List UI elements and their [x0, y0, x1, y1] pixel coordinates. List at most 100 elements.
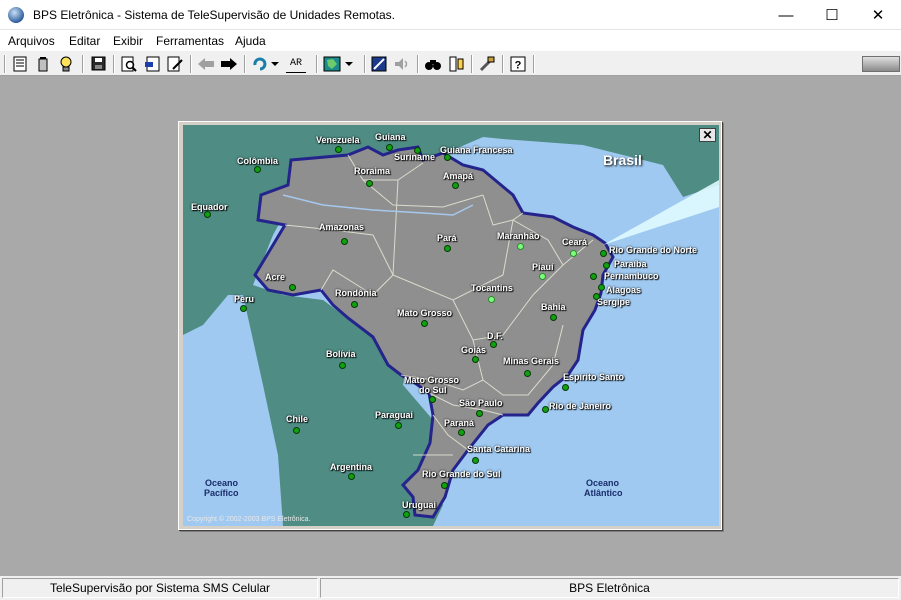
menu-ajuda[interactable]: Ajuda: [235, 34, 266, 48]
close-button[interactable]: ✕: [855, 0, 901, 30]
station-dot-guiana[interactable]: [386, 144, 393, 151]
station-dot-uruguai[interactable]: [403, 511, 410, 518]
menu-editar[interactable]: Editar: [69, 34, 100, 48]
minimize-button[interactable]: —: [763, 0, 809, 30]
binoculars-icon[interactable]: [424, 55, 442, 72]
svg-text:?: ?: [515, 59, 522, 71]
station-dot-bolivia[interactable]: [339, 362, 346, 369]
station-dot-rio-grande-do-sul[interactable]: [441, 482, 448, 489]
speaker-icon[interactable]: [393, 55, 411, 72]
ar-icon[interactable]: AR: [286, 55, 306, 73]
label-parana: Paraná: [444, 418, 475, 428]
save-icon[interactable]: [89, 55, 107, 72]
tools-icon[interactable]: [478, 55, 496, 72]
station-dot-peru[interactable]: [240, 305, 247, 312]
bulb-icon[interactable]: [57, 55, 75, 72]
menu-ferramentas[interactable]: Ferramentas: [156, 34, 224, 48]
station-dot-bahia[interactable]: [550, 314, 557, 321]
station-dot-parana[interactable]: [458, 429, 465, 436]
station-dot-piaui[interactable]: [539, 273, 546, 280]
menu-exibir[interactable]: Exibir: [113, 34, 143, 48]
station-dot-santa-catarina[interactable]: [472, 457, 479, 464]
back-arrow-icon[interactable]: [197, 55, 215, 72]
map-select-icon[interactable]: [323, 55, 341, 72]
station-dot-mato-grosso[interactable]: [421, 320, 428, 327]
station-dot-minas-gerais[interactable]: [524, 370, 531, 377]
help-icon[interactable]: ?: [509, 55, 527, 72]
menu-arquivos[interactable]: Arquivos: [8, 34, 55, 48]
app-globe-icon: [8, 7, 24, 23]
label-amazonas: Amazonas: [319, 222, 365, 232]
map-close-button[interactable]: ✕: [699, 128, 716, 142]
label-colombia: Colômbia: [237, 156, 279, 166]
label-para: Pará: [437, 233, 457, 243]
meter-icon[interactable]: [447, 55, 465, 72]
label-suriname: Suriname: [394, 152, 436, 162]
label-goias: Goiás: [461, 345, 487, 355]
station-dot-df[interactable]: [490, 341, 497, 348]
label-rio-grande-do-sul: Rio Grande do Sul: [422, 469, 501, 479]
label-sao-paulo: São Paulo: [459, 398, 503, 408]
forward-arrow-icon[interactable]: [220, 55, 238, 72]
label-rondonia: Rondônia: [335, 288, 377, 298]
station-dot-acre[interactable]: [289, 284, 296, 291]
map-copyright: Copyright © 2002-2003 BPS Eletrônica.: [187, 516, 311, 523]
station-dot-paraiba[interactable]: [603, 262, 610, 269]
label-minas-gerais: Minas Gerais: [503, 356, 560, 366]
label-venezuela: Venezuela: [316, 135, 360, 145]
label-espirito-santo: Espírito Santo: [563, 372, 625, 382]
station-dot-espirito-santo[interactable]: [562, 384, 569, 391]
map-dropdown-icon[interactable]: [344, 55, 354, 72]
toolbar-separator: [316, 55, 318, 73]
label-chile: Chile: [286, 414, 309, 424]
station-dot-colombia[interactable]: [254, 166, 261, 173]
toolbar-separator: [502, 55, 504, 73]
station-dot-sergipe[interactable]: [593, 293, 600, 300]
station-dot-roraima[interactable]: [366, 180, 373, 187]
battery-icon[interactable]: [34, 55, 52, 72]
station-dot-rio-de-janeiro[interactable]: [542, 406, 549, 413]
satellite-icon[interactable]: [370, 55, 388, 72]
station-dot-equador[interactable]: [204, 211, 211, 218]
label-df: D.F.: [487, 331, 504, 341]
station-dot-rio-grande-do-norte[interactable]: [600, 250, 607, 257]
print-preview-icon[interactable]: [120, 55, 138, 72]
station-dot-goias[interactable]: [472, 356, 479, 363]
maximize-button[interactable]: ☐: [809, 0, 855, 30]
station-dot-venezuela[interactable]: [335, 146, 342, 153]
status-pane-right: BPS Eletrônica: [320, 578, 899, 598]
label-paraiba: Paraíba: [614, 259, 647, 269]
station-dot-guiana-francesa[interactable]: [444, 154, 451, 161]
label-oceano-pacifico-1: Oceano: [205, 478, 239, 488]
station-dot-suriname[interactable]: [414, 147, 421, 154]
document-icon[interactable]: [11, 55, 29, 72]
toolbar-separator: [364, 55, 366, 73]
station-dot-pernambuco[interactable]: [590, 273, 597, 280]
station-dot-amapa[interactable]: [452, 182, 459, 189]
station-dot-mato-grosso-do-sul[interactable]: [429, 396, 436, 403]
refresh-icon[interactable]: [251, 55, 269, 72]
station-dot-rondonia[interactable]: [351, 301, 358, 308]
edit-icon[interactable]: [166, 55, 184, 72]
toolbar-status-indicator: [862, 56, 900, 72]
station-dot-alagoas[interactable]: [598, 284, 605, 291]
station-dot-amazonas[interactable]: [341, 238, 348, 245]
station-dot-chile[interactable]: [293, 427, 300, 434]
label-paraguai: Paraguai: [375, 410, 414, 420]
station-dot-para[interactable]: [444, 245, 451, 252]
refresh-dropdown-icon[interactable]: [270, 55, 280, 72]
station-dot-maranhao[interactable]: [517, 243, 524, 250]
status-pane-left: TeleSupervisão por Sistema SMS Celular: [2, 578, 318, 598]
label-guiana-francesa: Guiana Francesa: [440, 145, 513, 155]
toolbar-separator: [244, 55, 246, 73]
export-icon[interactable]: [143, 55, 161, 72]
station-dot-argentina[interactable]: [348, 473, 355, 480]
station-dot-ceara[interactable]: [570, 250, 577, 257]
station-dot-tocantins[interactable]: [488, 296, 495, 303]
map-title: Brasil: [603, 152, 642, 168]
toolbar-separator: [82, 55, 84, 73]
station-dot-sao-paulo[interactable]: [476, 410, 483, 417]
label-oceano-atlantico-1: Oceano: [586, 478, 620, 488]
brazil-map[interactable]: ✕: [183, 125, 719, 526]
station-dot-paraguai[interactable]: [395, 422, 402, 429]
